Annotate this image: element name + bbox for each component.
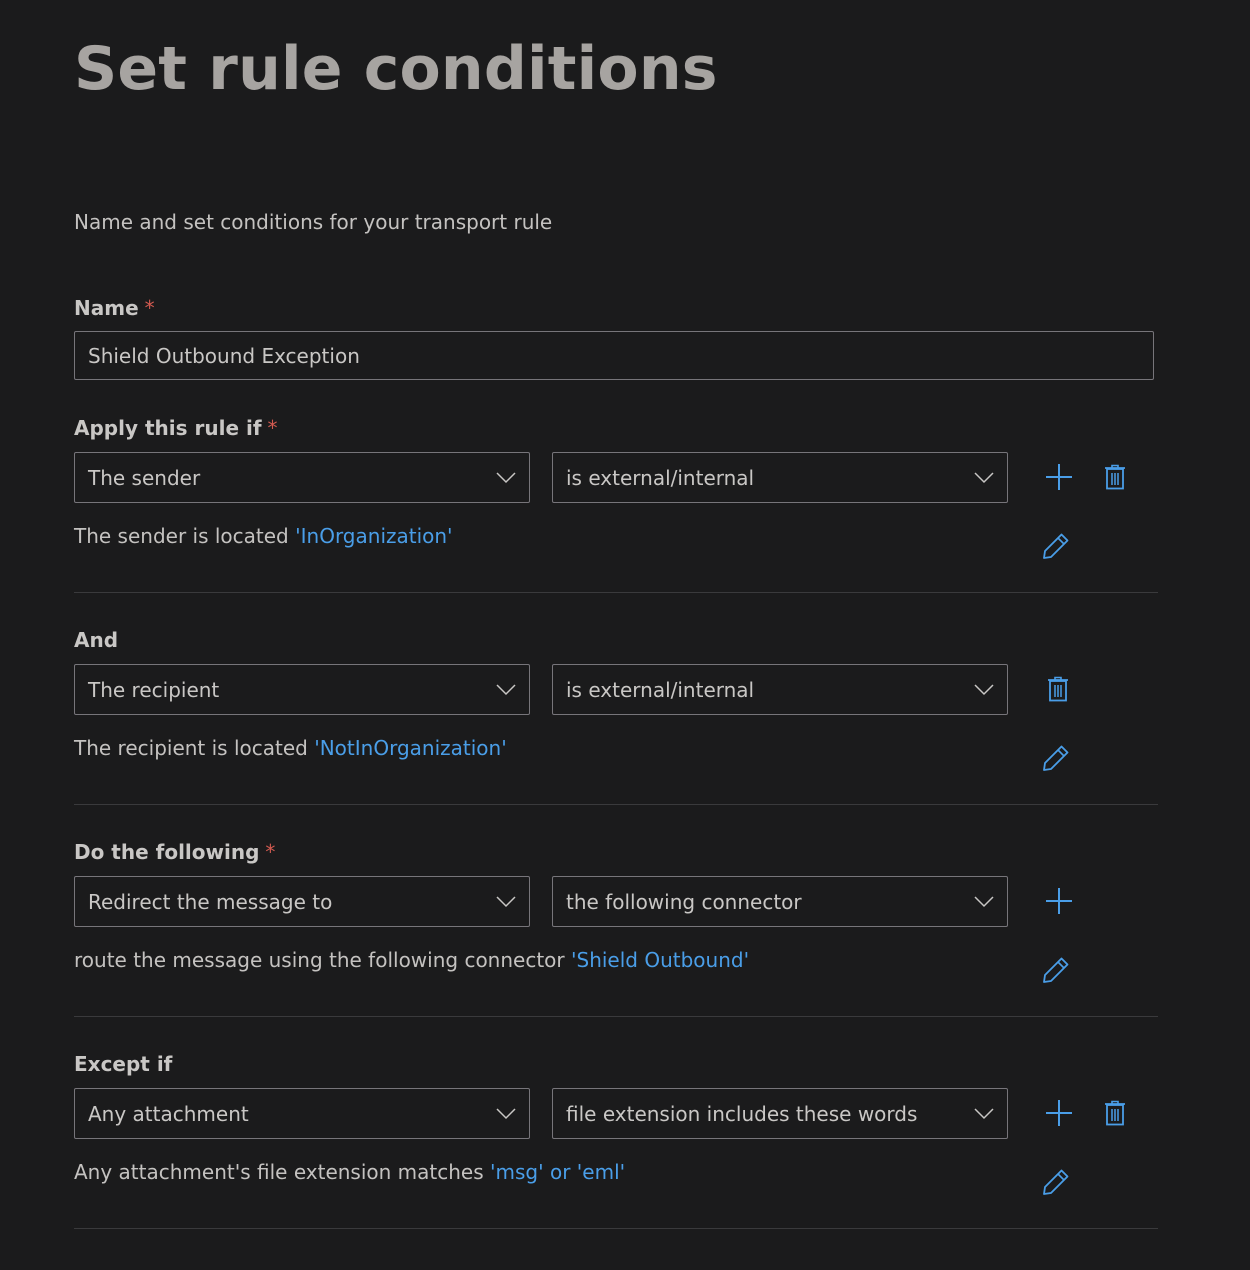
trash-icon: [1105, 1100, 1125, 1126]
name-label: Name *: [74, 296, 155, 320]
edit-condition-button[interactable]: [1040, 742, 1072, 774]
trash-icon: [1105, 464, 1125, 490]
section-divider: [74, 1016, 1158, 1017]
action-subject-dropdown[interactable]: Redirect the message to: [74, 876, 530, 927]
name-section: Name *: [74, 296, 1158, 386]
and-predicate-dropdown[interactable]: is external/internal: [552, 664, 1008, 715]
chevron-down-icon: [974, 895, 994, 908]
required-mark: *: [267, 416, 278, 440]
section-divider: [74, 804, 1158, 805]
pencil-icon: [1043, 533, 1069, 559]
condition-description: The sender is located 'InOrganization': [74, 524, 453, 548]
delete-condition-button[interactable]: [1042, 673, 1074, 705]
add-action-button[interactable]: [1043, 885, 1075, 917]
add-condition-button[interactable]: [1043, 461, 1075, 493]
exception-description: Any attachment's file extension matches …: [74, 1160, 626, 1184]
required-mark: *: [144, 296, 155, 320]
plus-icon: [1046, 888, 1072, 914]
condition-value-link[interactable]: 'InOrganization': [295, 524, 452, 548]
dropdown-value: file extension includes these words: [566, 1101, 918, 1126]
trash-icon: [1048, 676, 1068, 702]
dropdown-value: is external/internal: [566, 465, 755, 490]
pencil-icon: [1043, 957, 1069, 983]
action-section: Do the following * Redirect the message t…: [74, 840, 1158, 1018]
action-predicate-dropdown[interactable]: the following connector: [552, 876, 1008, 927]
apply-rule-section: Apply this rule if * The sender is extern…: [74, 416, 1158, 594]
rule-name-input[interactable]: [74, 331, 1154, 380]
plus-icon: [1046, 1100, 1072, 1126]
edit-exception-button[interactable]: [1040, 1166, 1072, 1198]
chevron-down-icon: [496, 895, 516, 908]
dropdown-value: the following connector: [566, 889, 802, 914]
delete-exception-button[interactable]: [1099, 1097, 1131, 1129]
condition-description: The recipient is located 'NotInOrganizat…: [74, 736, 507, 760]
delete-condition-button[interactable]: [1099, 461, 1131, 493]
and-label: And: [74, 628, 119, 652]
page-title: Set rule conditions: [74, 34, 718, 104]
chevron-down-icon: [496, 1107, 516, 1120]
exception-value-link[interactable]: 'msg' or 'eml': [490, 1160, 625, 1184]
chevron-down-icon: [974, 1107, 994, 1120]
and-condition-section: And The recipient is external/internal T…: [74, 628, 1158, 806]
dropdown-value: Any attachment: [88, 1101, 249, 1126]
pencil-icon: [1043, 745, 1069, 771]
exception-subject-dropdown[interactable]: Any attachment: [74, 1088, 530, 1139]
dropdown-value: is external/internal: [566, 677, 755, 702]
chevron-down-icon: [974, 471, 994, 484]
required-mark: *: [265, 840, 276, 864]
and-subject-dropdown[interactable]: The recipient: [74, 664, 530, 715]
plus-icon: [1046, 464, 1072, 490]
edit-action-button[interactable]: [1040, 954, 1072, 986]
dropdown-value: The sender: [88, 465, 201, 490]
exception-predicate-dropdown[interactable]: file extension includes these words: [552, 1088, 1008, 1139]
edit-condition-button[interactable]: [1040, 530, 1072, 562]
apply-rule-subject-dropdown[interactable]: The sender: [74, 452, 530, 503]
page-subtitle: Name and set conditions for your transpo…: [74, 210, 553, 234]
chevron-down-icon: [974, 683, 994, 696]
action-value-link[interactable]: 'Shield Outbound': [571, 948, 749, 972]
section-divider: [74, 1228, 1158, 1229]
exception-section: Except if Any attachment file extension …: [74, 1052, 1158, 1230]
apply-rule-predicate-dropdown[interactable]: is external/internal: [552, 452, 1008, 503]
condition-value-link[interactable]: 'NotInOrganization': [314, 736, 506, 760]
action-label: Do the following *: [74, 840, 276, 864]
chevron-down-icon: [496, 471, 516, 484]
rule-conditions-page: Set rule conditions Name and set conditi…: [0, 0, 1250, 1270]
dropdown-value: Redirect the message to: [88, 889, 333, 914]
action-description: route the message using the following co…: [74, 948, 750, 972]
pencil-icon: [1043, 1169, 1069, 1195]
section-divider: [74, 592, 1158, 593]
apply-rule-label: Apply this rule if *: [74, 416, 278, 440]
add-exception-button[interactable]: [1043, 1097, 1075, 1129]
exception-label: Except if: [74, 1052, 173, 1076]
dropdown-value: The recipient: [88, 677, 220, 702]
chevron-down-icon: [496, 683, 516, 696]
